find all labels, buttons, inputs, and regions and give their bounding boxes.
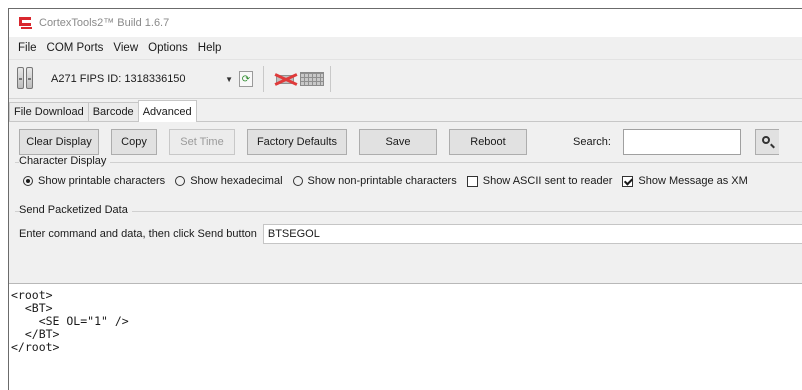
send-packetized-title: Send Packetized Data bbox=[19, 204, 132, 216]
character-display-group: Character Display Show printable charact… bbox=[15, 155, 802, 203]
send-instruction: Enter command and data, then click Send … bbox=[19, 228, 257, 240]
clear-display-button[interactable]: Clear Display bbox=[19, 129, 99, 155]
reboot-button[interactable]: Reboot bbox=[449, 129, 527, 155]
character-display-title: Character Display bbox=[19, 155, 111, 167]
option-hexadecimal[interactable]: Show hexadecimal bbox=[175, 175, 283, 187]
checkbox-checked-icon[interactable] bbox=[622, 175, 634, 187]
save-button[interactable]: Save bbox=[359, 129, 437, 155]
menu-options[interactable]: Options bbox=[143, 42, 193, 54]
menu-bar: File COM Ports View Options Help bbox=[9, 37, 802, 60]
menu-file[interactable]: File bbox=[13, 42, 42, 54]
send-row: Enter command and data, then click Send … bbox=[19, 224, 802, 244]
option-label: Show Message as XM bbox=[638, 175, 748, 187]
send-packetized-group: Send Packetized Data Enter command and d… bbox=[15, 204, 802, 250]
title-bar: CortexTools2™ Build 1.6.7 bbox=[9, 9, 802, 37]
app-logo-icon bbox=[19, 17, 33, 29]
output-text: <root> <BT> <SE OL="1" /> </BT> </root> bbox=[11, 288, 129, 354]
command-input[interactable]: BTSEGOL bbox=[262, 224, 802, 244]
option-show-xml[interactable]: Show Message as XM bbox=[622, 175, 748, 187]
keyboard-icon[interactable] bbox=[300, 72, 324, 86]
window-title: CortexTools2™ Build 1.6.7 bbox=[39, 17, 170, 29]
search-label: Search: bbox=[573, 136, 611, 148]
menu-help[interactable]: Help bbox=[193, 42, 227, 54]
app-window: CortexTools2™ Build 1.6.7 File COM Ports… bbox=[8, 8, 802, 390]
output-display[interactable]: <root> <BT> <SE OL="1" /> </BT> </root> bbox=[9, 283, 802, 390]
factory-defaults-button[interactable]: Factory Defaults bbox=[247, 129, 347, 155]
tab-file-download[interactable]: File Download bbox=[9, 102, 89, 121]
search-button[interactable] bbox=[754, 129, 779, 155]
set-time-button[interactable]: Set Time bbox=[169, 129, 235, 155]
radio-selected-icon[interactable] bbox=[23, 176, 33, 186]
menu-com-ports[interactable]: COM Ports bbox=[42, 42, 109, 54]
keyboard-disabled-icon[interactable] bbox=[274, 72, 298, 86]
option-label: Show ASCII sent to reader bbox=[482, 175, 613, 187]
menu-view[interactable]: View bbox=[108, 42, 143, 54]
search-input[interactable] bbox=[622, 129, 741, 155]
device-select[interactable]: A271 FIPS ID: 1318336150 ▼ bbox=[51, 69, 237, 89]
refresh-icon[interactable]: ⟳ bbox=[239, 71, 253, 87]
option-label: Show hexadecimal bbox=[190, 175, 283, 187]
radio-icon[interactable] bbox=[292, 176, 303, 186]
tab-barcode[interactable]: Barcode bbox=[87, 102, 139, 121]
search-icon bbox=[761, 136, 770, 144]
checkbox-icon[interactable] bbox=[466, 175, 478, 187]
tab-bar: File Download Barcode Advanced bbox=[9, 99, 802, 122]
copy-button[interactable]: Copy bbox=[111, 129, 157, 155]
option-label: Show non-printable characters bbox=[307, 175, 457, 187]
toolbar-separator bbox=[330, 66, 331, 92]
radio-icon[interactable] bbox=[175, 176, 186, 186]
toolbar: A271 FIPS ID: 1318336150 ▼ ⟳ bbox=[9, 60, 802, 99]
reader-device-icon[interactable] bbox=[17, 67, 35, 91]
option-non-printable[interactable]: Show non-printable characters bbox=[292, 175, 457, 187]
toolbar-separator bbox=[263, 66, 264, 92]
action-row: Clear Display Copy Set Time Factory Defa… bbox=[9, 122, 802, 162]
dropdown-arrow-icon: ▼ bbox=[225, 74, 233, 84]
character-display-options: Show printable characters Show hexadecim… bbox=[23, 175, 758, 187]
option-printable[interactable]: Show printable characters bbox=[23, 175, 165, 187]
option-label: Show printable characters bbox=[38, 175, 166, 187]
tab-advanced[interactable]: Advanced bbox=[137, 100, 197, 122]
option-show-ascii[interactable]: Show ASCII sent to reader bbox=[466, 175, 613, 187]
device-select-value: A271 FIPS ID: 1318336150 bbox=[51, 73, 186, 85]
